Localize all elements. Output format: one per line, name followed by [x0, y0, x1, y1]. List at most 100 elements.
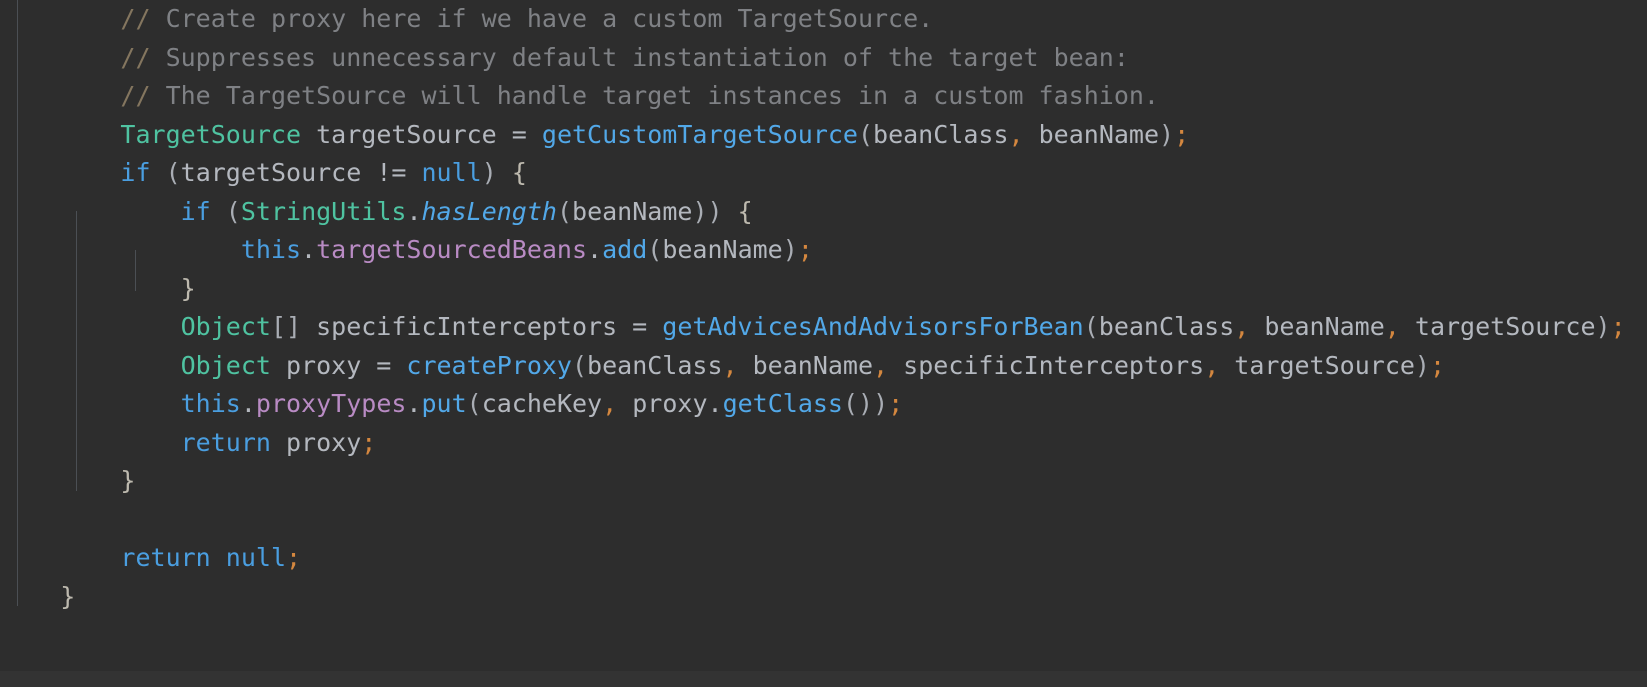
token-plain: proxy	[270, 350, 362, 380]
code-editor-viewport[interactable]: // Create proxy here if we have a custom…	[0, 0, 1647, 687]
code-line[interactable]: if (targetSource != null) {	[0, 154, 1647, 193]
token-paren: )	[1414, 350, 1430, 380]
token-sep: ,	[722, 350, 738, 380]
token-paren: (	[165, 158, 181, 187]
code-line[interactable]: return null;	[0, 539, 1647, 578]
token-brace: }	[120, 466, 136, 495]
token-paren: (	[1083, 312, 1099, 341]
token-paren: (	[571, 350, 588, 380]
indent-guide	[76, 211, 77, 491]
code-line[interactable]: Object proxy = createProxy(beanClass, be…	[0, 347, 1647, 386]
code-line[interactable]: // The TargetSource will handle target i…	[0, 77, 1647, 116]
token-paren: (	[647, 235, 663, 264]
token-plain: beanName	[662, 235, 783, 264]
token-plain: proxy	[617, 389, 708, 418]
token-method: add	[602, 235, 648, 264]
code-line[interactable]	[0, 501, 1647, 540]
comment-text: The TargetSource will handle target inst…	[150, 81, 1159, 110]
code-line[interactable]: this.proxyTypes.put(cacheKey, proxy.getC…	[0, 385, 1647, 424]
token-plain: cacheKey	[481, 389, 603, 418]
token-paren: (	[466, 389, 482, 418]
token-class: Object	[180, 350, 271, 380]
token-op: =	[617, 312, 663, 341]
token-keyword: null	[225, 543, 287, 572]
token-method: getClass	[722, 389, 843, 418]
token-plain: proxy	[270, 427, 362, 457]
token-field: targetSourcedBeans	[316, 235, 588, 264]
comment-slashes: //	[120, 4, 151, 33]
token-sep: ,	[602, 389, 618, 418]
token-paren: ())	[842, 389, 889, 418]
token-plain: targetSource	[180, 158, 362, 187]
code-line[interactable]: // Suppresses unnecessary default instan…	[0, 39, 1647, 78]
code-line[interactable]: if (StringUtils.hasLength(beanName)) {	[0, 193, 1647, 232]
code-line[interactable]: Object[] specificInterceptors = getAdvic…	[0, 308, 1647, 347]
token-method: createProxy	[406, 350, 572, 380]
token-plain: beanClass	[1098, 312, 1235, 341]
indent-guide	[135, 250, 136, 291]
token-brace: {	[737, 196, 753, 226]
indent-guide	[17, 0, 18, 606]
token-plain: beanName	[737, 350, 874, 380]
token-brace: {	[511, 158, 527, 187]
token-sep: ;	[361, 427, 377, 457]
token-keyword: this	[240, 235, 302, 264]
token-method: put	[421, 389, 467, 418]
token-punct: .	[707, 389, 723, 418]
token-paren: (	[857, 119, 874, 149]
token-plain: beanClass	[587, 350, 723, 380]
code-content[interactable]: // Create proxy here if we have a custom…	[0, 0, 1647, 671]
code-line[interactable]: TargetSource targetSource = getCustomTar…	[0, 116, 1647, 155]
token-class: StringUtils	[240, 196, 407, 226]
token-sep: ;	[1610, 312, 1626, 341]
token-keyword: if	[120, 158, 151, 187]
token-punct: .	[240, 389, 256, 418]
token-plain: beanName	[572, 196, 693, 226]
token-keyword: this	[180, 389, 241, 418]
token-paren: )	[481, 158, 497, 187]
code-line[interactable]: }	[0, 462, 1647, 501]
token-op: !=	[361, 158, 422, 187]
code-line[interactable]: }	[0, 270, 1647, 309]
token-paren: []	[270, 312, 302, 341]
token-class: TargetSource	[120, 119, 302, 149]
comment-slashes: //	[120, 81, 151, 110]
comment-slashes: //	[120, 42, 151, 72]
token-sep: ;	[797, 235, 813, 264]
token-keyword: return	[120, 543, 211, 572]
token-punct: .	[406, 389, 422, 418]
token-paren: )	[1595, 312, 1611, 341]
code-line[interactable]: this.targetSourcedBeans.add(beanName);	[0, 231, 1647, 270]
token-plain: targetSource	[1219, 350, 1415, 380]
code-line[interactable]: }	[0, 578, 1647, 617]
token-keyword: null	[421, 158, 482, 187]
token-plain: beanName	[1249, 312, 1385, 341]
token-field: proxyTypes	[255, 389, 407, 418]
token-plain: targetSource	[1399, 312, 1596, 341]
token-punct: .	[301, 235, 317, 264]
token-sep: ,	[1234, 312, 1250, 341]
token-sep: ;	[1429, 350, 1446, 380]
token-class: Object	[180, 312, 271, 341]
token-brace: }	[60, 581, 76, 611]
code-line[interactable]: return proxy;	[0, 424, 1647, 463]
token-plain: specificInterceptors	[301, 312, 618, 341]
token-keyword: return	[180, 427, 271, 457]
token-plain: specificInterceptors	[888, 350, 1205, 380]
code-line[interactable]: // Create proxy here if we have a custom…	[0, 0, 1647, 39]
token-sep: ,	[1204, 350, 1220, 380]
